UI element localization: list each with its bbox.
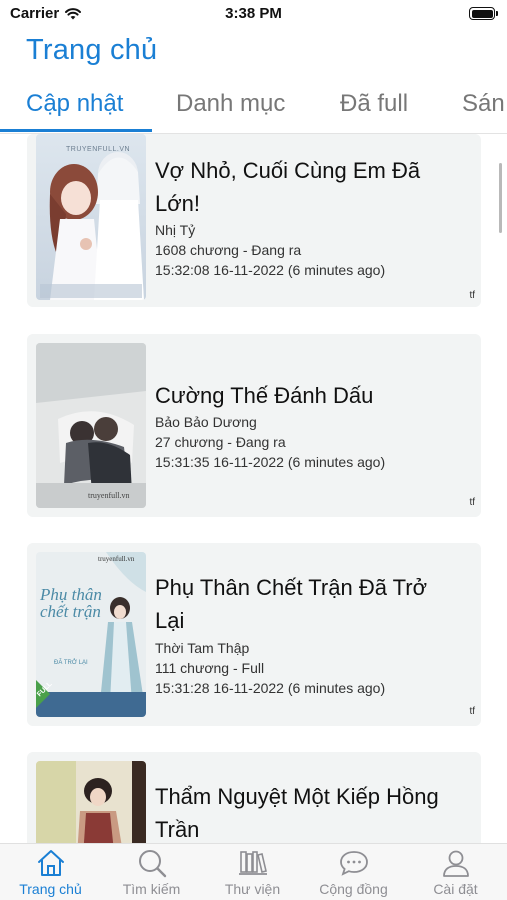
bottom-tab-bar: Trang chủ Tìm kiếm Thư viện Cộng đồng Cà… (0, 843, 507, 900)
story-cover (36, 761, 146, 844)
story-title[interactable]: Thẩm Nguyệt Một Kiếp Hồng Trần (155, 780, 451, 844)
tabbar-label: Cài đặt (433, 881, 478, 897)
page-title: Trang chủ (26, 34, 158, 66)
tab-san[interactable]: Sán (462, 90, 505, 118)
chat-icon (339, 851, 368, 876)
story-title[interactable]: Vợ Nhỏ, Cuối Cùng Em Đã Lớn! (155, 154, 451, 220)
story-author: Nhị Tỷ (155, 222, 196, 238)
tabbar-library[interactable]: Thư viện (202, 844, 303, 900)
tab-danh-muc[interactable]: Danh mục (176, 90, 285, 118)
tab-cap-nhat[interactable]: Cập nhật (26, 90, 123, 118)
scrollbar[interactable] (499, 163, 502, 233)
tabbar-label: Cộng đồng (319, 881, 388, 897)
cover-subtitle-art: ĐÃ TRỞ LẠI (54, 660, 88, 666)
story-chapters: 111 chương - Full (155, 660, 265, 676)
battery-icon (469, 7, 498, 20)
home-icon (37, 850, 64, 876)
story-card[interactable]: Thẩm Nguyệt Một Kiếp Hồng Trần (27, 752, 481, 844)
status-time: 3:38 PM (225, 5, 282, 22)
cover-title-art: Phụ thân chết trận (40, 585, 102, 621)
source-badge: tf (469, 706, 475, 717)
tab-da-full[interactable]: Đã full (340, 90, 408, 118)
story-author: Thời Tam Thập (155, 640, 250, 656)
story-author: Bảo Bảo Dương (155, 414, 257, 430)
cover-watermark: TRUYENFULL.VN (66, 146, 131, 153)
tabbar-label: Thư viện (224, 881, 281, 897)
story-title[interactable]: Cường Thế Đánh Dấu (155, 379, 451, 412)
tabbar-search[interactable]: Tìm kiếm (101, 844, 202, 900)
story-updated: 15:31:28 16-11-2022 (6 minutes ago) (155, 680, 386, 696)
status-bar: Carrier 3:38 PM (0, 0, 507, 30)
source-badge: tf (469, 497, 475, 508)
tabbar-home[interactable]: Trang chủ (0, 844, 101, 900)
tabbar-community[interactable]: Cộng đồng (303, 844, 404, 900)
story-chapters: 27 chương - Đang ra (155, 434, 286, 450)
story-chapters: 1608 chương - Đang ra (155, 242, 302, 258)
story-cover: truyenfull.vn Phụ thân chết trận ĐÃ TRỞ … (36, 552, 146, 717)
story-updated: 15:32:08 16-11-2022 (6 minutes ago) (155, 262, 386, 278)
story-list[interactable]: TRUYENFULL.VN Vợ Nhỏ, Cuối Cùng Em Đã Lớ… (0, 134, 507, 844)
cover-watermark: truyenfull.vn (88, 491, 130, 500)
story-updated: 15:31:35 16-11-2022 (6 minutes ago) (155, 454, 386, 470)
story-card[interactable]: TRUYENFULL.VN Vợ Nhỏ, Cuối Cùng Em Đã Lớ… (27, 134, 481, 307)
active-tab-indicator (0, 129, 152, 132)
library-icon (238, 851, 267, 875)
tabbar-label: Tìm kiếm (122, 881, 181, 897)
search-icon (138, 850, 166, 878)
story-card[interactable]: truyenfull.vn Cường Thế Đánh Dấu Bảo Bảo… (27, 334, 481, 517)
tabbar-label: Trang chủ (19, 881, 82, 897)
user-icon (442, 850, 469, 877)
category-tabs: Cập nhật Danh mục Đã full Sán (0, 84, 507, 134)
cover-watermark: truyenfull.vn (98, 555, 135, 563)
tabbar-settings[interactable]: Cài đặt (405, 844, 506, 900)
story-cover: TRUYENFULL.VN (36, 134, 146, 300)
story-cover: truyenfull.vn (36, 343, 146, 508)
source-badge: tf (469, 290, 475, 301)
story-title[interactable]: Phụ Thân Chết Trận Đã Trở Lại (155, 571, 451, 637)
story-card[interactable]: truyenfull.vn Phụ thân chết trận ĐÃ TRỞ … (27, 543, 481, 726)
